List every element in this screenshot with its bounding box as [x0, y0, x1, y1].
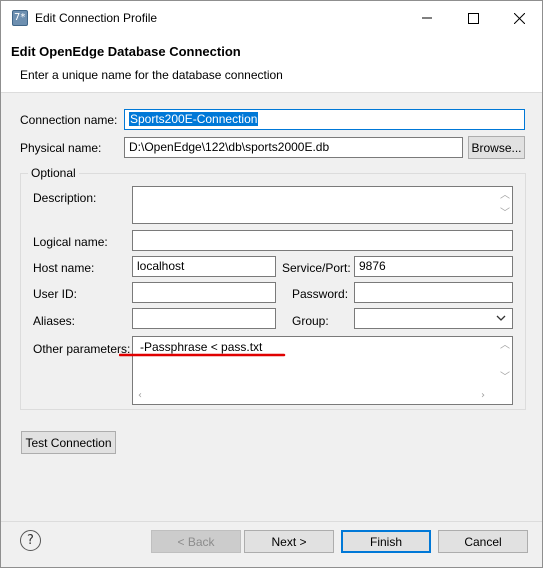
scroll-down-icon: ﹀ [500, 372, 510, 383]
logical-name-label: Logical name: [33, 235, 108, 249]
title-bar: Edit Connection Profile [1, 1, 542, 35]
scroll-left-icon: ‹ [138, 390, 142, 401]
physical-name-input[interactable]: D:\OpenEdge\122\db\sports2000E.db [124, 137, 463, 158]
host-name-value: localhost [137, 259, 185, 273]
connection-name-input[interactable]: Sports200E-Connection [124, 109, 525, 130]
description-scrollbar[interactable]: ︿ ﹀ [497, 187, 512, 223]
close-icon [513, 12, 525, 24]
host-name-label: Host name: [33, 261, 95, 275]
other-parameters-hscroll[interactable]: ‹ › [133, 389, 512, 404]
service-port-label: Service/Port: [282, 261, 351, 275]
header-subtitle: Enter a unique name for the database con… [20, 68, 283, 82]
close-button[interactable] [496, 1, 542, 35]
help-icon[interactable]: ? [20, 530, 41, 551]
other-parameters-textarea[interactable]: -Passphrase < pass.txt ︿ ﹀ ‹ › [132, 336, 513, 405]
description-textarea[interactable]: ︿ ﹀ [132, 186, 513, 224]
optional-legend: Optional [28, 166, 79, 180]
maximize-button[interactable] [450, 1, 496, 35]
finish-button[interactable]: Finish [341, 530, 431, 553]
scroll-down-icon: ﹀ [500, 208, 510, 219]
other-parameters-label: Other parameters: [33, 342, 131, 356]
group-select[interactable] [354, 308, 513, 329]
user-id-input[interactable] [132, 282, 276, 303]
password-input[interactable] [354, 282, 513, 303]
edit-connection-profile-dialog: Edit Connection Profile Edit OpenEdge Da… [0, 0, 543, 568]
service-port-value: 9876 [359, 259, 386, 273]
logical-name-input[interactable] [132, 230, 513, 251]
cancel-button[interactable]: Cancel [438, 530, 528, 553]
footer-separator [1, 521, 542, 522]
physical-name-label: Physical name: [20, 141, 102, 155]
chevron-down-icon [496, 315, 506, 321]
dialog-header: Edit OpenEdge Database Connection Enter … [1, 35, 542, 93]
minimize-icon [422, 17, 432, 19]
window-title: Edit Connection Profile [35, 11, 158, 25]
other-parameters-vscroll[interactable]: ︿ ﹀ [497, 337, 512, 389]
header-title: Edit OpenEdge Database Connection [11, 44, 241, 59]
physical-name-value: D:\OpenEdge\122\db\sports2000E.db [129, 140, 330, 154]
password-label: Password: [292, 287, 349, 301]
user-id-label: User ID: [33, 287, 78, 301]
scroll-up-icon: ︿ [500, 340, 510, 351]
test-connection-button[interactable]: Test Connection [21, 431, 116, 454]
browse-button[interactable]: Browse... [468, 136, 525, 159]
scroll-right-icon: › [481, 390, 485, 401]
service-port-input[interactable]: 9876 [354, 256, 513, 277]
back-button[interactable]: < Back [151, 530, 241, 553]
aliases-label: Aliases: [33, 314, 76, 328]
group-label: Group: [292, 314, 329, 328]
connection-name-label: Connection name: [20, 113, 118, 127]
scroll-up-icon: ︿ [500, 190, 510, 201]
aliases-input[interactable] [132, 308, 276, 329]
annotation-underline [119, 353, 286, 357]
next-button[interactable]: Next > [244, 530, 334, 553]
host-name-input[interactable]: localhost [132, 256, 276, 277]
maximize-icon [467, 12, 479, 24]
description-label: Description: [33, 191, 97, 205]
minimize-button[interactable] [404, 1, 450, 35]
connection-name-value: Sports200E-Connection [129, 112, 259, 126]
app-icon [12, 10, 28, 26]
